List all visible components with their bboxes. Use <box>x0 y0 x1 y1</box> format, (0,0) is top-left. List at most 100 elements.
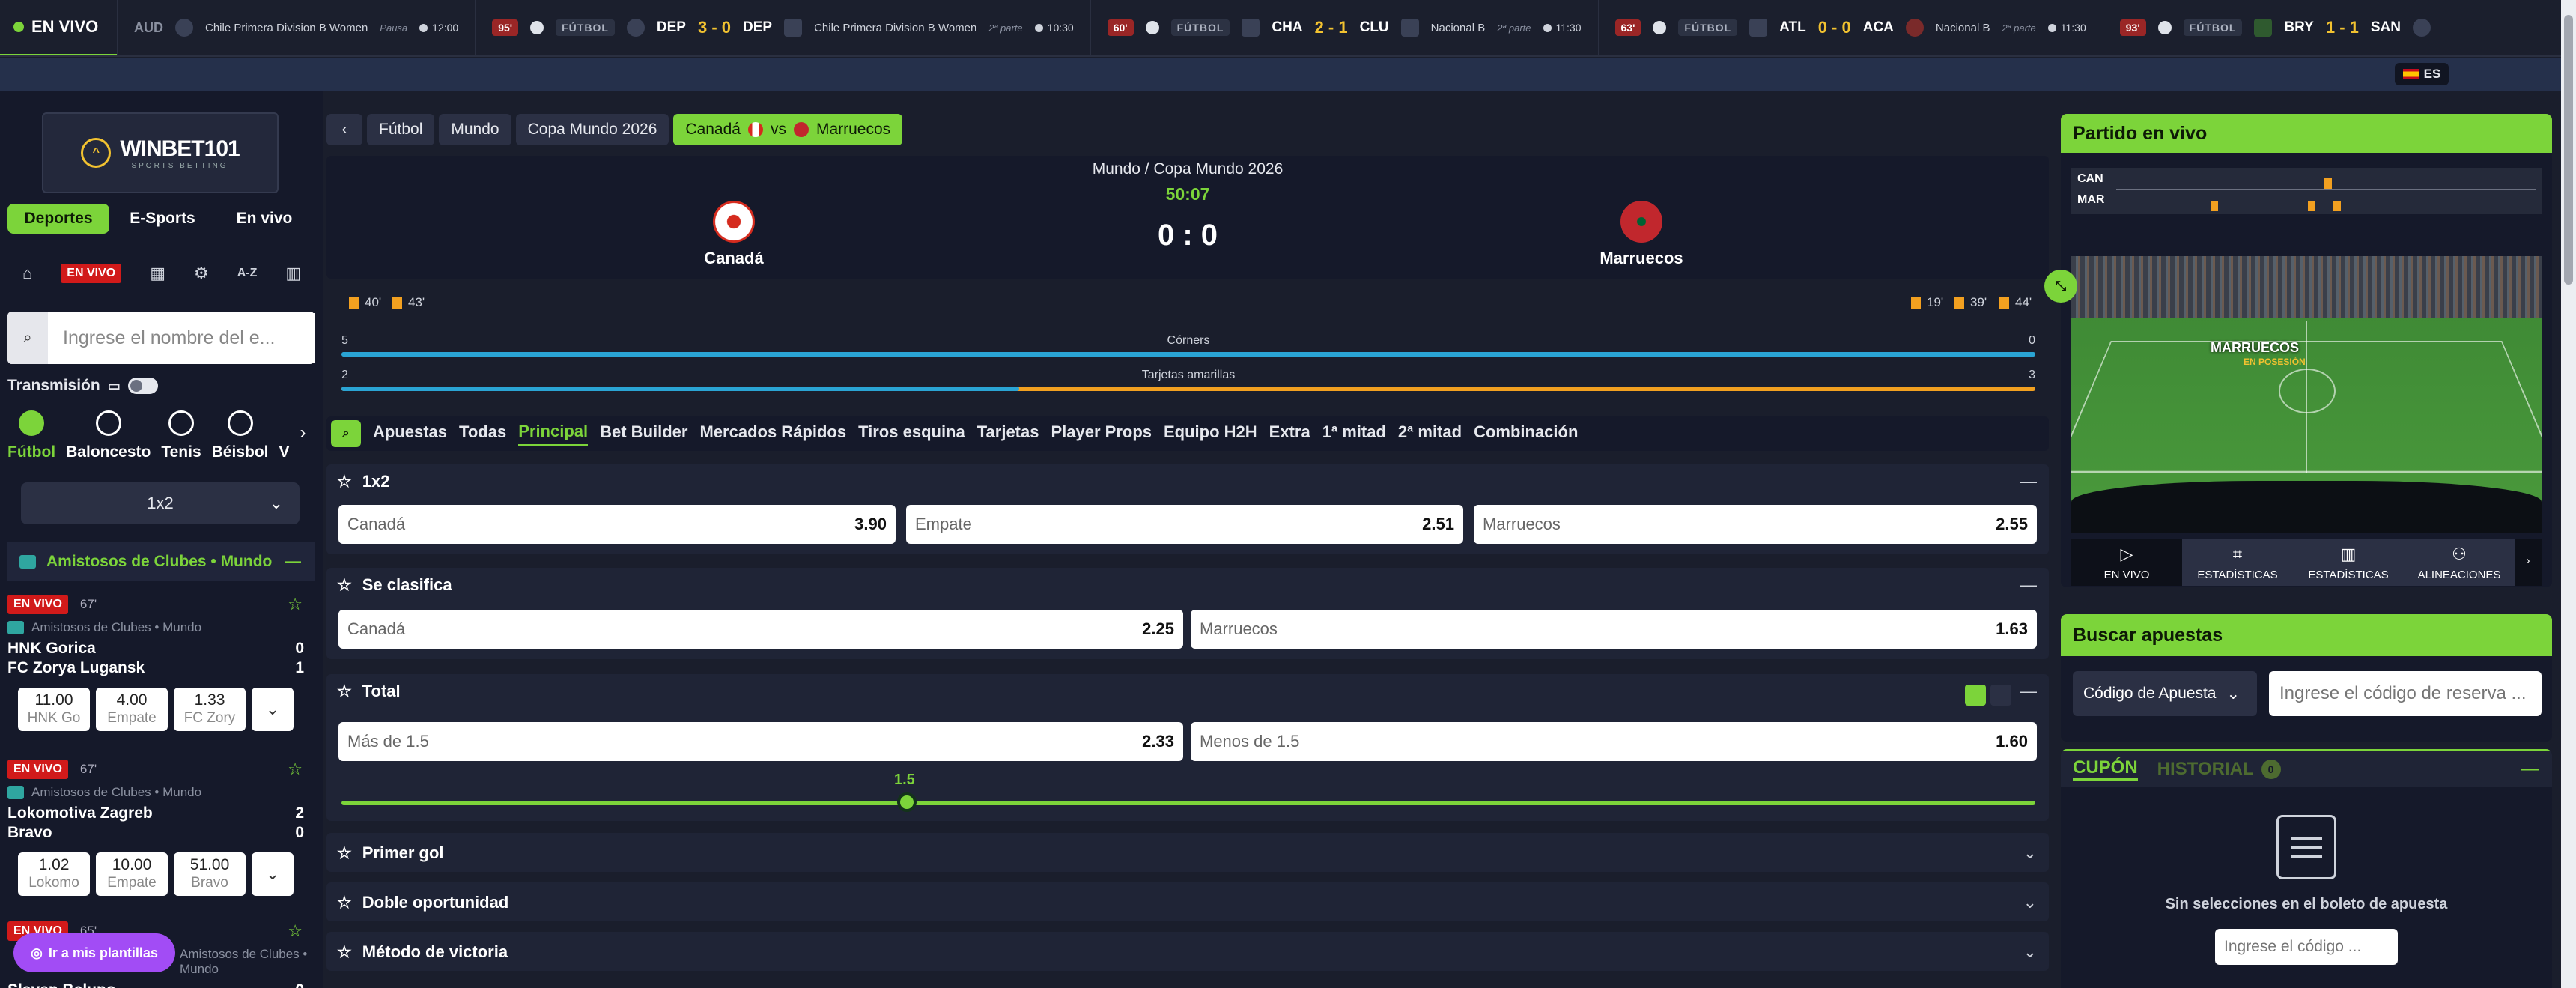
odds-button-away[interactable]: Marruecos 2.55 <box>1474 505 2037 544</box>
star-icon[interactable]: ☆ <box>337 575 352 595</box>
calendar-icon[interactable]: ▦ <box>150 264 165 283</box>
tab-stats-field[interactable]: ⌗ ESTADÍSTICAS <box>2182 539 2293 586</box>
breadcrumb-competition[interactable]: Copa Mundo 2026 <box>515 114 669 145</box>
tab-player-props[interactable]: Player Props <box>1051 422 1152 445</box>
tab-lineups[interactable]: ⚇ ALINEACIONES <box>2404 539 2515 586</box>
odds-button[interactable]: 4.00 Empate <box>96 688 168 731</box>
sport-more[interactable]: V <box>279 443 290 461</box>
tab-segunda-mitad[interactable]: 2ª mitad <box>1398 422 1462 445</box>
collapse-icon[interactable]: — <box>2020 575 2037 595</box>
collapse-icon[interactable]: — <box>2020 472 2037 491</box>
ticker-item[interactable]: AUD Chile Primera Division B Women Pausa… <box>117 0 475 55</box>
az-sort-icon[interactable]: A-Z <box>237 267 258 280</box>
bet-code-select[interactable]: Código de Apuesta ⌄ <box>2073 671 2257 716</box>
slider-handle[interactable] <box>897 792 917 812</box>
sport-beisbol[interactable]: Béisbol <box>212 410 269 461</box>
list-view-icon[interactable] <box>1990 685 2011 706</box>
sport-tenis[interactable]: Tenis <box>161 410 201 461</box>
match-card[interactable]: EN VIVO 67' ☆ Amistosos de Clubes • Mundo … <box>7 595 315 743</box>
chevron-right-icon[interactable]: › <box>2515 539 2542 586</box>
market-type-select[interactable]: 1x2 ⌄ <box>21 482 300 524</box>
transmission-toggle[interactable] <box>127 378 158 394</box>
tab-cupon[interactable]: CUPÓN <box>2073 757 2138 781</box>
market-metodo-victoria[interactable]: ☆ Método de victoria ⌄ <box>326 932 2049 971</box>
templates-button[interactable]: ◎ Ir a mis plantillas <box>13 933 175 972</box>
grid-view-icon[interactable] <box>1965 685 1986 706</box>
tab-stats-chart[interactable]: ▥ ESTADÍSTICAS <box>2293 539 2404 586</box>
odds-button-home[interactable]: Canadá 3.90 <box>338 505 896 544</box>
league-header[interactable]: Amistosos de Clubes • Mundo — <box>7 542 315 581</box>
ticker-item[interactable]: 60' FÚTBOL CHA 2 - 1 CLU Nacional B 2ª p… <box>1090 0 1598 55</box>
odds-button-home[interactable]: Canadá 2.25 <box>338 610 1183 649</box>
tab-apuestas[interactable]: Apuestas <box>373 422 447 445</box>
tab-deportes[interactable]: Deportes <box>7 204 109 234</box>
odds-button[interactable]: 11.00 HNK Go <box>18 688 90 731</box>
star-icon[interactable]: ☆ <box>288 595 303 614</box>
tab-principal[interactable]: Principal <box>518 422 589 446</box>
breadcrumb-mundo[interactable]: Mundo <box>439 114 511 145</box>
star-icon[interactable]: ☆ <box>337 682 352 701</box>
collapse-icon[interactable]: — <box>2521 759 2539 780</box>
odds-button[interactable]: 1.33 FC Zory <box>174 688 246 731</box>
back-button[interactable]: ‹ <box>326 114 362 145</box>
odds-button-draw[interactable]: Empate 2.51 <box>906 505 1463 544</box>
star-icon[interactable]: ☆ <box>288 760 303 779</box>
tab-bet-builder[interactable]: Bet Builder <box>600 422 687 445</box>
sport-baloncesto[interactable]: Baloncesto <box>66 410 151 461</box>
tab-todas[interactable]: Todas <box>459 422 506 445</box>
tab-extra[interactable]: Extra <box>1269 422 1310 445</box>
odds-button-away[interactable]: Marruecos 1.63 <box>1191 610 2037 649</box>
star-icon[interactable]: ☆ <box>337 893 352 912</box>
language-selector[interactable]: ES <box>2395 63 2449 85</box>
odds-button-over[interactable]: Más de 1.5 2.33 <box>338 722 1183 761</box>
sport-futbol[interactable]: Fútbol <box>7 410 55 461</box>
more-odds-button[interactable]: ⌄ <box>252 688 294 731</box>
settings-icon[interactable]: ⚙ <box>194 264 209 283</box>
odds-button[interactable]: 10.00 Empate <box>96 852 168 896</box>
stats-icon[interactable]: ▥ <box>285 264 301 283</box>
tab-mercados-rapidos[interactable]: Mercados Rápidos <box>699 422 846 445</box>
ticker-item[interactable]: 95' FÚTBOL DEP 3 - 0 DEP Chile Primera D… <box>475 0 1090 55</box>
market-primer-gol[interactable]: ☆ Primer gol ⌄ <box>326 833 2049 872</box>
chevron-down-icon[interactable]: ⌄ <box>2023 843 2037 863</box>
star-icon[interactable]: ☆ <box>337 843 352 863</box>
collapse-panel-button[interactable]: ⤡ <box>2044 270 2077 303</box>
tab-primera-mitad[interactable]: 1ª mitad <box>1322 422 1386 445</box>
odds-button[interactable]: 51.00 Bravo <box>174 852 246 896</box>
tab-esports[interactable]: E-Sports <box>114 204 211 234</box>
tab-tarjetas[interactable]: Tarjetas <box>977 422 1039 445</box>
betslip-code-input[interactable] <box>2215 929 2398 965</box>
tab-live[interactable]: ▷ EN VIVO <box>2071 539 2182 586</box>
search-icon[interactable]: ⌕ <box>331 420 361 447</box>
collapse-icon[interactable]: — <box>2020 682 2037 701</box>
total-line-slider[interactable] <box>341 801 2035 805</box>
breadcrumb-futbol[interactable]: Fútbol <box>367 114 435 145</box>
page-scrollbar-thumb[interactable] <box>2564 15 2573 285</box>
live-ticker-label[interactable]: EN VIVO <box>0 0 117 55</box>
live-filter[interactable]: EN VIVO <box>61 264 122 283</box>
more-odds-button[interactable]: ⌄ <box>252 852 294 896</box>
event-search-input[interactable] <box>48 313 315 363</box>
tab-en-vivo[interactable]: En vivo <box>216 204 313 234</box>
odds-button[interactable]: 1.02 Lokomo <box>18 852 90 896</box>
tab-combinacion[interactable]: Combinación <box>1474 422 1578 445</box>
breadcrumb-match[interactable]: Canadá vs Marruecos <box>673 114 903 145</box>
market-doble-oportunidad[interactable]: ☆ Doble oportunidad ⌄ <box>326 882 2049 921</box>
home-icon[interactable]: ⌂ <box>22 264 32 283</box>
chevron-right-icon[interactable]: › <box>300 422 306 443</box>
tab-equipo-h2h[interactable]: Equipo H2H <box>1164 422 1257 445</box>
ticker-item[interactable]: 63' FÚTBOL ATL 0 - 0 ACA Nacional B 2ª p… <box>1597 0 2103 55</box>
ticker-item[interactable]: 93' FÚTBOL BRY 1 - 1 SAN <box>2102 0 2447 55</box>
chevron-down-icon[interactable]: ⌄ <box>2023 942 2037 962</box>
tab-historial[interactable]: HISTORIAL 0 <box>2157 759 2281 780</box>
collapse-icon[interactable]: — <box>285 553 315 571</box>
odds-button-under[interactable]: Menos de 1.5 1.60 <box>1191 722 2037 761</box>
brand-logo[interactable]: ^ WINBET101 SPORTS BETTING <box>42 112 279 193</box>
star-icon[interactable]: ☆ <box>337 942 352 962</box>
star-icon[interactable]: ☆ <box>288 921 303 941</box>
booking-code-input[interactable] <box>2269 671 2542 716</box>
match-card[interactable]: EN VIVO 67' ☆ Amistosos de Clubes • Mundo … <box>7 760 315 908</box>
tab-tiros-esquina[interactable]: Tiros esquina <box>858 422 965 445</box>
chevron-down-icon[interactable]: ⌄ <box>2023 893 2037 912</box>
star-icon[interactable]: ☆ <box>337 472 352 491</box>
